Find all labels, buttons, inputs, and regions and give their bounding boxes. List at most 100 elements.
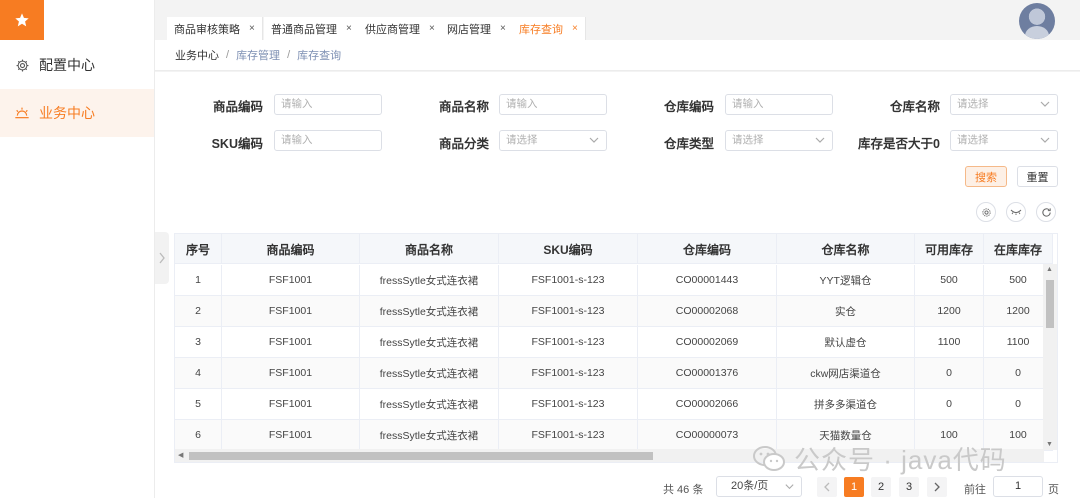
tab-store[interactable]: 网店管理 × [440, 17, 514, 40]
breadcrumb-separator: / [226, 49, 230, 61]
tab-supplier[interactable]: 供应商管理 × [358, 17, 443, 40]
tab-product-manage[interactable]: 普通商品管理 × [264, 17, 360, 40]
close-icon[interactable]: × [500, 23, 506, 34]
table-body: 1 FSF1001 fressSytle女式连衣裙 FSF1001-s-123 … [175, 265, 1053, 451]
next-page-button[interactable] [927, 477, 947, 497]
tab-label: 供应商管理 [365, 23, 420, 36]
breadcrumb-item[interactable]: 库存管理 [236, 47, 280, 63]
table-cell: ckw网店渠道仓 [777, 358, 915, 388]
filter-label: 商品分类 [438, 137, 489, 151]
column-header[interactable]: 序号 [175, 234, 222, 264]
scroll-down-icon[interactable]: ▼ [1046, 441, 1053, 448]
page-size-select[interactable]: 20条/页 [716, 476, 802, 497]
column-header[interactable]: 商品名称 [360, 234, 499, 264]
close-icon[interactable]: × [429, 23, 435, 34]
column-header[interactable]: 可用库存 [915, 234, 984, 264]
sidebar-item-business[interactable]: 业务中心 [0, 89, 154, 137]
scrollbar-thumb[interactable] [1046, 280, 1054, 328]
breadcrumb-item[interactable]: 库存查询 [297, 47, 341, 63]
wechat-icon [753, 445, 785, 471]
filter-label: 库存是否大于0 [858, 137, 940, 151]
column-settings-button[interactable] [976, 202, 996, 222]
table-cell: FSF1001-s-123 [499, 265, 638, 295]
column-header[interactable]: SKU编码 [499, 234, 638, 264]
reset-button[interactable]: 重置 [1017, 166, 1058, 187]
breadcrumb-item: 业务中心 [175, 50, 219, 62]
select-placeholder: 请选择 [957, 134, 989, 146]
table-cell: fressSytle女式连衣裙 [360, 265, 499, 295]
page-button-3[interactable]: 3 [899, 477, 919, 497]
sidebar: 配置中心 业务中心 [0, 0, 155, 498]
product-category-select[interactable]: 请选择 [499, 130, 607, 151]
close-icon[interactable]: × [572, 23, 578, 34]
table-row[interactable]: 4 FSF1001 fressSytle女式连衣裙 FSF1001-s-123 … [175, 358, 1053, 389]
warehouse-type-select[interactable]: 请选择 [725, 130, 833, 151]
column-header[interactable]: 仓库编码 [638, 234, 777, 264]
table-cell: 默认虚仓 [777, 327, 915, 357]
table-cell: fressSytle女式连衣裙 [360, 389, 499, 419]
scroll-left-icon[interactable]: ◀ [178, 451, 183, 459]
warehouse-name-select[interactable]: 请选择 [950, 94, 1058, 115]
table-cell: 1100 [915, 327, 984, 357]
table-cell: 500 [915, 265, 984, 295]
table-cell: 拼多多渠道仓 [777, 389, 915, 419]
table-cell: FSF1001-s-123 [499, 420, 638, 450]
tab-label: 库存查询 [519, 23, 563, 36]
table-cell: FSF1001 [222, 420, 360, 450]
table-cell: FSF1001 [222, 389, 360, 419]
eye-closed-icon [1010, 209, 1022, 215]
table-row[interactable]: 3 FSF1001 fressSytle女式连衣裙 FSF1001-s-123 … [175, 327, 1053, 358]
close-icon[interactable]: × [346, 23, 352, 34]
filter-label: 商品编码 [212, 100, 263, 114]
page-button-1[interactable]: 1 [844, 477, 864, 497]
page-button-2[interactable]: 2 [871, 477, 891, 497]
inventory-table: 序号 商品编码 商品名称 SKU编码 仓库编码 仓库名称 可用库存 在库库存 1… [174, 233, 1058, 463]
page-size-value: 20条/页 [731, 480, 769, 492]
vertical-scrollbar[interactable]: ▲ ▼ [1043, 264, 1057, 450]
table-cell: 3 [175, 327, 222, 357]
search-button[interactable]: 搜索 [965, 166, 1007, 187]
table-cell: FSF1001 [222, 296, 360, 326]
sidebar-collapse-handle[interactable] [155, 232, 169, 284]
goto-page-input[interactable]: 1 [993, 476, 1043, 497]
chevron-down-icon [785, 484, 794, 490]
filter-label: 仓库类型 [663, 137, 714, 151]
goto-label: 前往 [964, 484, 986, 496]
app-logo[interactable] [0, 0, 44, 40]
table-row[interactable]: 2 FSF1001 fressSytle女式连衣裙 FSF1001-s-123 … [175, 296, 1053, 327]
avatar[interactable] [1019, 3, 1055, 39]
collapse-filter-button[interactable] [1006, 202, 1026, 222]
column-header[interactable]: 商品编码 [222, 234, 360, 264]
refresh-icon [1041, 207, 1051, 217]
table-cell: FSF1001-s-123 [499, 358, 638, 388]
chevron-down-icon [815, 137, 825, 143]
product-name-input[interactable]: 请输入 [499, 94, 607, 115]
breadcrumb-separator: / [287, 49, 291, 61]
table-row[interactable]: 1 FSF1001 fressSytle女式连衣裙 FSF1001-s-123 … [175, 265, 1053, 296]
tab-inventory-query[interactable]: 库存查询 × [512, 17, 586, 40]
column-header[interactable]: 仓库名称 [777, 234, 915, 264]
filter-label: 仓库名称 [889, 100, 940, 114]
refresh-button[interactable] [1036, 202, 1056, 222]
stock-gt-zero-select[interactable]: 请选择 [950, 130, 1058, 151]
table-row[interactable]: 5 FSF1001 fressSytle女式连衣裙 FSF1001-s-123 … [175, 389, 1053, 420]
scrollbar-thumb[interactable] [189, 452, 653, 460]
select-placeholder: 请选择 [506, 134, 538, 146]
close-icon[interactable]: × [249, 23, 255, 34]
sidebar-item-config[interactable]: 配置中心 [0, 41, 154, 89]
table-cell: CO00002069 [638, 327, 777, 357]
sku-code-input[interactable]: 请输入 [274, 130, 382, 151]
column-header[interactable]: 在库库存 [984, 234, 1053, 264]
warehouse-code-input[interactable]: 请输入 [725, 94, 833, 115]
tab-product-review[interactable]: 商品审核策略 × [167, 17, 263, 40]
table-cell: FSF1001-s-123 [499, 389, 638, 419]
table-cell: fressSytle女式连衣裙 [360, 327, 499, 357]
table-cell: CO00002068 [638, 296, 777, 326]
prev-page-button[interactable] [817, 477, 837, 497]
scroll-up-icon[interactable]: ▲ [1046, 266, 1053, 273]
table-cell: 0 [915, 389, 984, 419]
table-cell: fressSytle女式连衣裙 [360, 296, 499, 326]
gear-icon [981, 207, 991, 217]
filter-label: 仓库编码 [663, 100, 714, 114]
product-code-input[interactable]: 请输入 [274, 94, 382, 115]
